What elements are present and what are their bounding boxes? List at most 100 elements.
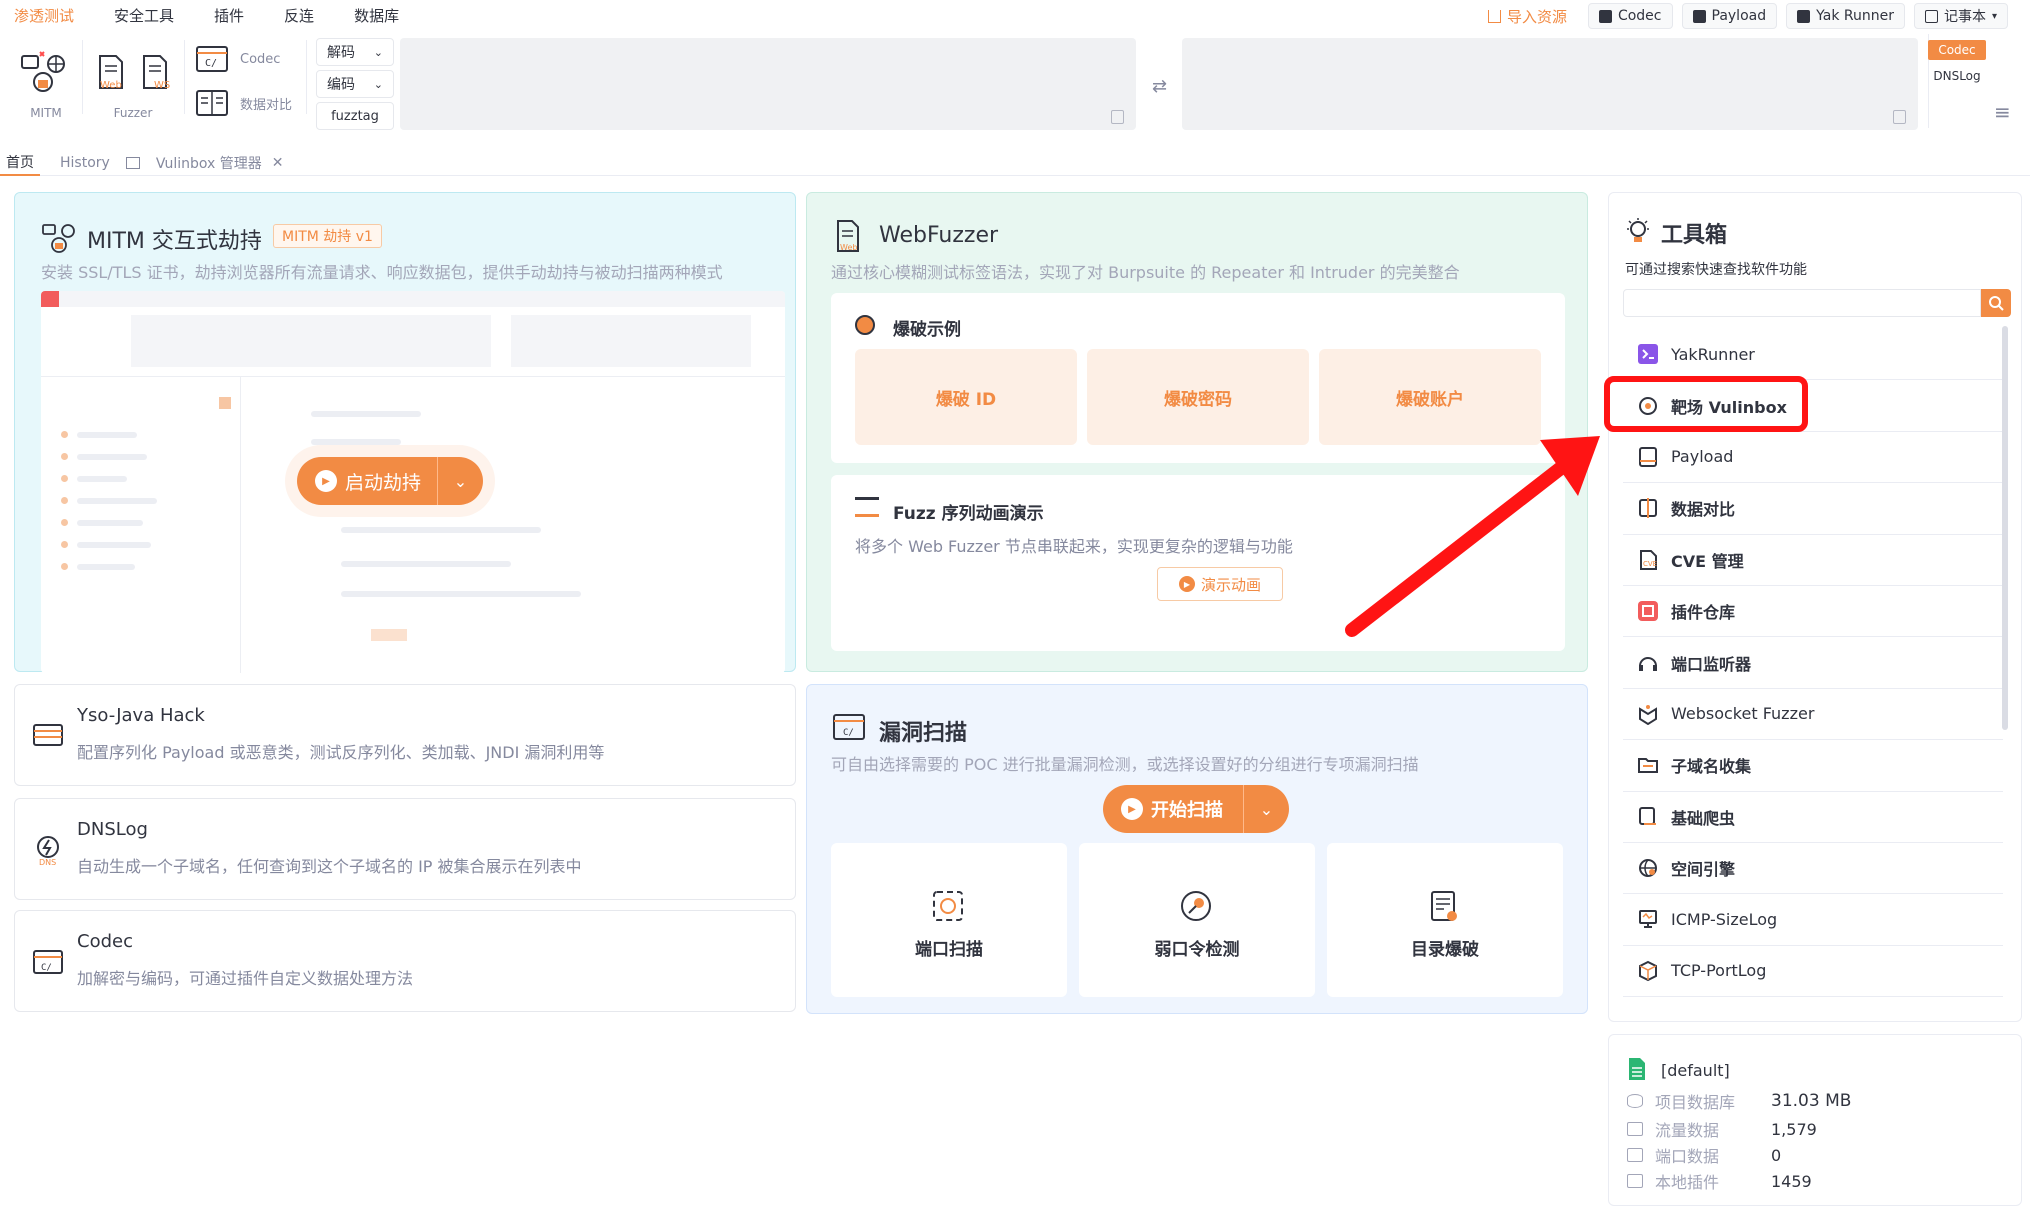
chevron-down-icon[interactable]: ⌄: [1243, 785, 1289, 833]
menu-database[interactable]: 数据库: [340, 5, 413, 26]
svg-text:C/: C/: [843, 728, 854, 738]
tool-tcp-portlog[interactable]: TCP-PortLog: [1623, 946, 2003, 998]
compare-tool[interactable]: 数据对比: [196, 90, 292, 116]
codec-output-editor[interactable]: [1182, 38, 1918, 130]
codec-desc: 加解密与编码，可通过插件自定义数据处理方法: [77, 969, 414, 988]
codec-quick-button[interactable]: Codec: [1587, 3, 1673, 29]
tool-yakrunner[interactable]: YakRunner: [1623, 329, 2003, 381]
tool-icmp-sizelog[interactable]: ICMP-SizeLog: [1623, 894, 2003, 946]
menu-plugins[interactable]: 插件: [200, 5, 258, 26]
codec-card[interactable]: C/ Codec 加解密与编码，可通过插件自定义数据处理方法: [14, 910, 796, 1012]
chevron-down-icon[interactable]: ⌄: [437, 457, 483, 505]
fuzz-sequence-box: Fuzz 序列动画演示 将多个 Web Fuzzer 节点串联起来，实现更复杂的…: [831, 475, 1565, 651]
yso-java-hack-card[interactable]: Yso-Java Hack 配置序列化 Payload 或恶意类，测试反序列化、…: [14, 684, 796, 786]
tool-basic-crawler[interactable]: 基础爬虫: [1623, 792, 2003, 843]
tool-subdomain-collect[interactable]: 子域名收集: [1623, 740, 2003, 792]
web-fuzzer-tool[interactable]: Web: [96, 54, 132, 91]
menu-reverse[interactable]: 反连: [270, 5, 328, 26]
terminal-icon: [1797, 9, 1811, 23]
import-resource-link[interactable]: 导入资源: [1487, 6, 1567, 27]
mitm-tool[interactable]: MITM: [18, 50, 74, 120]
quick-actions: 导入资源 Codec Payload Yak Runner 记事本 ▾: [1487, 3, 2008, 29]
mitm-card[interactable]: MITM 交互式劫持 MITM 劫持 v1 安装 SSL/TLS 证书，劫持浏览…: [14, 192, 796, 673]
dnslog-card[interactable]: DNS DNSLog 自动生成一个子域名，任何查询到这个子域名的 IP 被集合展…: [14, 798, 796, 900]
copy-icon[interactable]: [1893, 110, 1906, 124]
monitor-icon: [1627, 1174, 1643, 1188]
payload-icon: [1692, 9, 1706, 23]
menu-security-tools[interactable]: 安全工具: [100, 5, 188, 26]
notepad-icon: [1924, 9, 1938, 23]
search-button[interactable]: [1981, 289, 2011, 317]
burst-account-button[interactable]: 爆破账户: [1319, 349, 1541, 445]
codec-tool[interactable]: C/ Codec: [196, 46, 280, 72]
webfuzzer-desc: 通过核心模糊测试标签语法，实现了对 Burpsuite 的 Repeater 和…: [831, 263, 1460, 282]
compare-icon: [1637, 497, 1659, 519]
toolbox-scrollbar[interactable]: [2002, 326, 2008, 730]
webfuzzer-card[interactable]: Web WebFuzzer 通过核心模糊测试标签语法，实现了对 Burpsuit…: [806, 192, 1588, 672]
tab-history[interactable]: History: [54, 150, 116, 176]
burst-password-button[interactable]: 爆破密码: [1087, 349, 1309, 445]
key-icon: [1181, 891, 1211, 921]
tab-bar: 首页 History Vulinbox 管理器 ✕: [0, 150, 2030, 176]
annotation-highlight-box: [1604, 376, 1808, 432]
spreadsheet-icon: [1629, 1058, 1645, 1080]
project-info-panel: [default] 项目数据库 31.03 MB 流量数据 1,579 端口数据…: [1608, 1034, 2022, 1206]
toolbox-search-input[interactable]: [1623, 289, 1981, 317]
codec-title: Codec: [77, 931, 133, 952]
port-icon: [1627, 1148, 1643, 1162]
notepad-quick-button[interactable]: 记事本 ▾: [1913, 3, 2008, 29]
vuln-scan-title: 漏洞扫描: [879, 721, 968, 746]
mitm-label: MITM: [30, 106, 62, 120]
port-scan-tile[interactable]: 端口扫描: [831, 843, 1067, 997]
bomb-icon: [855, 315, 875, 335]
svg-text:C/: C/: [41, 963, 52, 973]
yakrunner-quick-button[interactable]: Yak Runner: [1786, 3, 1905, 29]
side-tab-codec[interactable]: Codec: [1928, 40, 1986, 60]
encode-select[interactable]: 编码 ⌄: [316, 70, 394, 98]
svg-text:CVE: CVE: [1643, 560, 1657, 568]
decode-select[interactable]: 解码 ⌄: [316, 38, 394, 66]
tool-websocket-fuzzer[interactable]: Websocket Fuzzer: [1623, 689, 2003, 741]
copy-icon[interactable]: [1111, 110, 1124, 124]
tool-payload[interactable]: Payload: [1623, 432, 2003, 484]
weak-password-tile[interactable]: 弱口令检测: [1079, 843, 1315, 997]
tab-vulinbox-manager[interactable]: Vulinbox 管理器 ✕: [150, 150, 290, 176]
menu-pentest[interactable]: 渗透测试: [0, 5, 88, 26]
swap-icon[interactable]: ⇄: [1152, 76, 1167, 97]
lightbulb-icon: [1627, 218, 1649, 242]
dnslog-desc: 自动生成一个子域名，任何查询到这个子域名的 IP 被集合展示在列表中: [77, 857, 582, 876]
payload-quick-button[interactable]: Payload: [1681, 3, 1778, 29]
tool-data-compare[interactable]: 数据对比: [1623, 483, 2003, 535]
chevron-down-icon: ▾: [1991, 10, 1997, 22]
dnslog-icon: DNS: [37, 836, 59, 865]
tool-space-engine[interactable]: 空间引擎: [1623, 843, 2003, 895]
crawler-icon: [1637, 806, 1659, 828]
codec-icon: C/: [196, 46, 228, 72]
directory-brute-tile[interactable]: 目录爆破: [1327, 843, 1563, 997]
tool-plugin-store[interactable]: 插件仓库: [1623, 586, 2003, 638]
demo-animation-button[interactable]: ▶ 演示动画: [1157, 567, 1283, 601]
tool-port-listener[interactable]: 端口监听器: [1623, 637, 2003, 689]
vuln-scan-card[interactable]: C/ 漏洞扫描 可自由选择需要的 POC 进行批量漏洞检测，或选择设置好的分组进…: [806, 684, 1588, 1014]
sort-icon[interactable]: ≡: [1994, 100, 2011, 124]
play-icon: ▶: [315, 470, 337, 492]
cve-icon: CVE: [1637, 549, 1659, 571]
start-scan-button[interactable]: ▶ 开始扫描 ⌄: [1103, 785, 1289, 833]
start-hijack-button[interactable]: ▶ 启动劫持 ⌄: [297, 457, 483, 505]
import-icon: [1487, 9, 1501, 23]
yso-title: Yso-Java Hack: [77, 705, 205, 726]
close-icon[interactable]: ✕: [272, 155, 284, 171]
project-port-count: 端口数据 0: [1627, 1143, 1781, 1167]
side-tab-dnslog[interactable]: DNSLog: [1928, 69, 1986, 83]
web-fuzzer-icon: Web: [837, 220, 859, 252]
project-traffic-count: 流量数据 1,579: [1627, 1117, 1817, 1141]
codec-input-editor[interactable]: [400, 38, 1136, 130]
ws-fuzzer-tool[interactable]: WS: [140, 54, 176, 91]
chevron-down-icon: ⌄: [373, 77, 383, 91]
burst-id-button[interactable]: 爆破 ID: [855, 349, 1077, 445]
fuzztag-button[interactable]: fuzztag: [316, 102, 394, 130]
tab-home[interactable]: 首页: [0, 150, 40, 176]
tool-cve-manager[interactable]: CVE CVE 管理: [1623, 535, 2003, 586]
web-label: Web: [100, 80, 122, 91]
fuzzer-label: Fuzzer: [113, 106, 153, 120]
